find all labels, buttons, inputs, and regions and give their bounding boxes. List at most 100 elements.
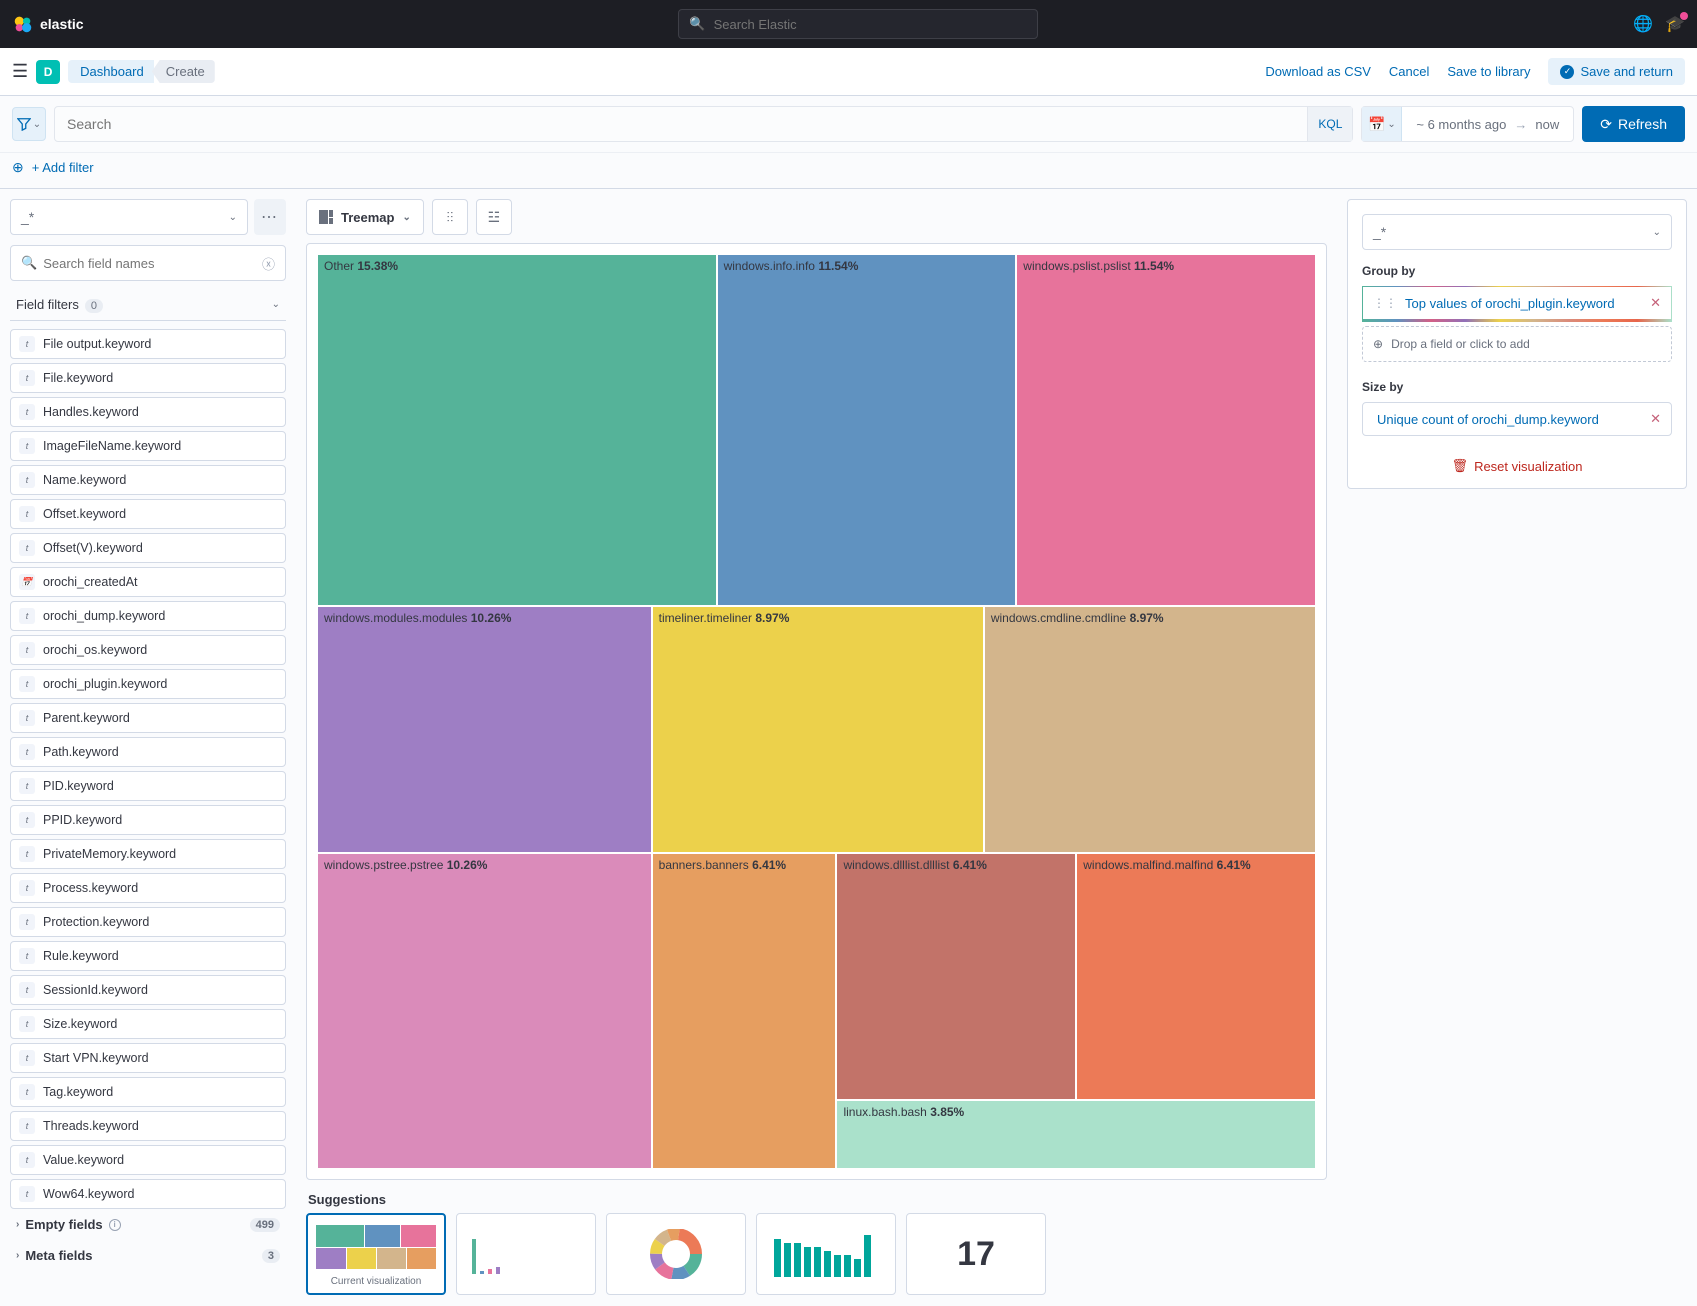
- field-item[interactable]: tPID.keyword: [10, 771, 286, 801]
- field-item[interactable]: tHandles.keyword: [10, 397, 286, 427]
- filter-toggle-button[interactable]: ⌄: [12, 107, 46, 141]
- field-search-input[interactable]: [37, 256, 262, 271]
- filter-bar: ⊕ + Add filter: [0, 153, 1697, 189]
- calendar-button[interactable]: 📅⌄: [1362, 107, 1402, 141]
- field-filters-header[interactable]: Field filters0 ⌄: [10, 289, 286, 321]
- elastic-logo[interactable]: elastic: [12, 13, 84, 35]
- field-item[interactable]: tPrivateMemory.keyword: [10, 839, 286, 869]
- viz-type-select[interactable]: Treemap ⌄: [306, 199, 424, 235]
- field-name: Offset(V).keyword: [43, 541, 143, 555]
- global-search[interactable]: 🔍: [678, 9, 1038, 39]
- size-by-dimension[interactable]: Unique count of orochi_dump.keyword ✕: [1362, 402, 1672, 436]
- chevron-right-icon: ›: [16, 1219, 19, 1230]
- field-item[interactable]: tFile output.keyword: [10, 329, 286, 359]
- treemap-cell[interactable]: windows.modules.modules 10.26%: [317, 606, 652, 853]
- treemap-cell[interactable]: linux.bash.bash 3.85%: [836, 1100, 1316, 1169]
- suggestion-bar-horizontal[interactable]: [456, 1213, 596, 1295]
- save-to-library-link[interactable]: Save to library: [1447, 64, 1530, 79]
- search-icon: 🔍: [689, 16, 705, 32]
- menu-toggle-icon[interactable]: ☰: [12, 61, 28, 82]
- suggestion-metric[interactable]: 17: [906, 1213, 1046, 1295]
- index-pattern-select[interactable]: _* ⌄: [10, 199, 248, 235]
- treemap-chart[interactable]: Other 15.38%windows.info.info 11.54%wind…: [317, 254, 1316, 1169]
- drag-handle-icon[interactable]: ⋮⋮: [1373, 296, 1397, 310]
- field-name: orochi_os.keyword: [43, 643, 147, 657]
- treemap-cell[interactable]: windows.pslist.pslist 11.54%: [1016, 254, 1316, 606]
- calendar-icon: 📅: [1368, 116, 1385, 133]
- treemap-cell[interactable]: timeliner.timeliner 8.97%: [652, 606, 984, 853]
- treemap-cell[interactable]: windows.cmdline.cmdline 8.97%: [984, 606, 1316, 853]
- config-index-value: _*: [1373, 224, 1386, 240]
- field-type-icon: t: [19, 1152, 35, 1168]
- field-item[interactable]: tName.keyword: [10, 465, 286, 495]
- suggestion-bar-vertical[interactable]: [756, 1213, 896, 1295]
- treemap-cell[interactable]: banners.banners 6.41%: [652, 853, 837, 1169]
- meta-fields-section[interactable]: ›Meta fields 3: [10, 1240, 286, 1271]
- field-item[interactable]: tStart VPN.keyword: [10, 1043, 286, 1073]
- field-item[interactable]: tWow64.keyword: [10, 1179, 286, 1209]
- chevron-down-icon: ⌄: [1653, 227, 1661, 238]
- field-item[interactable]: tImageFileName.keyword: [10, 431, 286, 461]
- space-badge[interactable]: D: [36, 60, 60, 84]
- field-name: Tag.keyword: [43, 1085, 113, 1099]
- field-item[interactable]: tRule.keyword: [10, 941, 286, 971]
- refresh-button[interactable]: ⟳ Refresh: [1582, 106, 1685, 142]
- field-item[interactable]: tSessionId.keyword: [10, 975, 286, 1005]
- filter-settings-icon[interactable]: ⊕: [12, 159, 24, 176]
- treemap-cell[interactable]: windows.dlllist.dlllist 6.41%: [836, 853, 1076, 1100]
- treemap-thumb-icon: [316, 1222, 436, 1272]
- field-item[interactable]: torochi_plugin.keyword: [10, 669, 286, 699]
- config-sidebar: _* ⌄ Group by ⋮⋮Top values of orochi_plu…: [1337, 189, 1697, 1305]
- treemap-cell[interactable]: windows.info.info 11.54%: [717, 254, 1017, 606]
- treemap-cell[interactable]: Other 15.38%: [317, 254, 717, 606]
- sidebar-more-button[interactable]: ⋯: [254, 199, 286, 235]
- field-item[interactable]: tOffset.keyword: [10, 499, 286, 529]
- suggestion-donut[interactable]: [606, 1213, 746, 1295]
- treemap-cell[interactable]: windows.malfind.malfind 6.41%: [1076, 853, 1316, 1100]
- config-index-select[interactable]: _* ⌄: [1362, 214, 1672, 250]
- fields-sidebar: _* ⌄ ⋯ 🔍 ⓧ Field filters0 ⌄ tFile output…: [0, 189, 296, 1305]
- field-item[interactable]: tTag.keyword: [10, 1077, 286, 1107]
- clear-icon[interactable]: ⓧ: [262, 254, 275, 273]
- crumb-dashboard[interactable]: Dashboard: [68, 60, 154, 83]
- save-and-return-button[interactable]: ✓ Save and return: [1548, 58, 1685, 85]
- time-picker[interactable]: 📅⌄ ~ 6 months ago → now: [1361, 106, 1574, 142]
- field-type-icon: t: [19, 608, 35, 624]
- field-item[interactable]: torochi_dump.keyword: [10, 601, 286, 631]
- legend-toggle-button[interactable]: ☳: [476, 199, 512, 235]
- reset-visualization-link[interactable]: 🗑 Reset visualization: [1362, 458, 1672, 474]
- field-item[interactable]: tParent.keyword: [10, 703, 286, 733]
- chevron-right-icon: ›: [16, 1250, 19, 1261]
- kql-toggle[interactable]: KQL: [1307, 107, 1352, 141]
- suggestion-current[interactable]: Current visualization: [306, 1213, 446, 1295]
- group-drop-zone[interactable]: ⊕ Drop a field or click to add: [1362, 326, 1672, 362]
- field-item[interactable]: tPath.keyword: [10, 737, 286, 767]
- add-filter-link[interactable]: + Add filter: [32, 160, 94, 175]
- group-by-dimension[interactable]: ⋮⋮ Top values of orochi_plugin.keyword ✕: [1362, 286, 1672, 322]
- remove-dimension-icon[interactable]: ✕: [1650, 411, 1661, 427]
- remove-dimension-icon[interactable]: ✕: [1650, 295, 1661, 311]
- field-type-icon: t: [19, 744, 35, 760]
- field-item[interactable]: tProcess.keyword: [10, 873, 286, 903]
- treemap-cell[interactable]: windows.pstree.pstree 10.26%: [317, 853, 652, 1169]
- field-item[interactable]: tOffset(V).keyword: [10, 533, 286, 563]
- field-item[interactable]: torochi_os.keyword: [10, 635, 286, 665]
- field-item[interactable]: 📅orochi_createdAt: [10, 567, 286, 597]
- field-item[interactable]: tValue.keyword: [10, 1145, 286, 1175]
- query-input[interactable]: [55, 116, 1307, 132]
- newsfeed-icon[interactable]: 🌐: [1633, 14, 1653, 34]
- empty-fields-section[interactable]: ›Empty fieldsi 499: [10, 1209, 286, 1240]
- group-by-value: Top values of orochi_plugin.keyword: [1405, 296, 1615, 311]
- field-item[interactable]: tSize.keyword: [10, 1009, 286, 1039]
- legend-position-button[interactable]: ⫶⫶: [432, 199, 468, 235]
- download-csv-link[interactable]: Download as CSV: [1265, 64, 1371, 79]
- cell-label: banners.banners: [659, 858, 749, 872]
- cancel-link[interactable]: Cancel: [1389, 64, 1429, 79]
- field-item[interactable]: tPPID.keyword: [10, 805, 286, 835]
- notifications-icon[interactable]: 🎓: [1665, 14, 1685, 34]
- field-type-icon: t: [19, 676, 35, 692]
- field-item[interactable]: tThreads.keyword: [10, 1111, 286, 1141]
- field-item[interactable]: tFile.keyword: [10, 363, 286, 393]
- global-search-input[interactable]: [714, 17, 1028, 32]
- field-item[interactable]: tProtection.keyword: [10, 907, 286, 937]
